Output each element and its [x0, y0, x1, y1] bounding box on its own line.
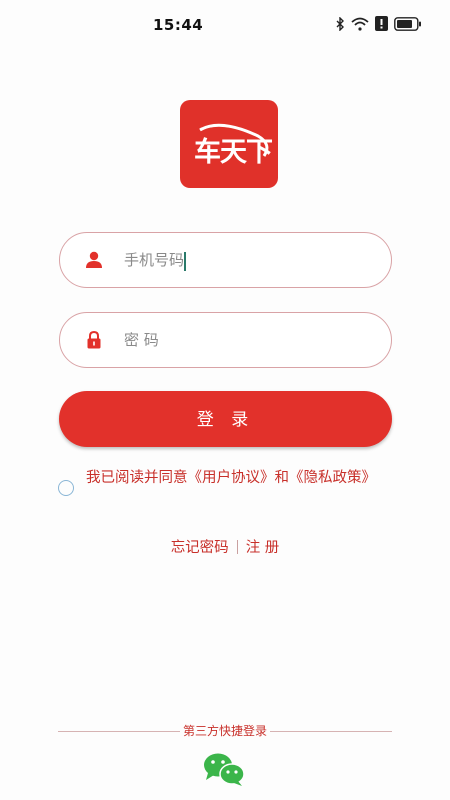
- lock-icon: [87, 331, 101, 349]
- wechat-icon[interactable]: [202, 751, 246, 787]
- login-button[interactable]: 登 录: [59, 391, 392, 447]
- register-link[interactable]: 注 册: [246, 540, 280, 556]
- logo-text: 车天下: [194, 137, 273, 168]
- password-field[interactable]: [59, 312, 392, 368]
- password-input[interactable]: [124, 323, 374, 357]
- bluetooth-icon: [336, 16, 344, 31]
- app-logo: 车天下: [180, 100, 278, 188]
- alert-icon: [375, 16, 388, 31]
- user-icon: [86, 251, 102, 268]
- phone-input[interactable]: [124, 243, 374, 277]
- account-links: 忘记密码 注 册: [0, 536, 450, 557]
- forgot-password-link[interactable]: 忘记密码: [171, 540, 229, 556]
- phone-field[interactable]: [59, 232, 392, 288]
- third-party-label: 第三方快捷登录: [179, 724, 270, 738]
- agreement-text[interactable]: 我已阅读并同意《用户协议》和《隐私政策》: [86, 468, 402, 489]
- link-divider: [236, 540, 238, 554]
- status-bar: 15:44: [0, 0, 450, 48]
- third-party-section: 第三方快捷登录: [0, 721, 450, 741]
- status-icons: [336, 16, 422, 31]
- status-time: 15:44: [153, 16, 204, 34]
- wifi-icon: [351, 17, 369, 31]
- agreement-checkbox[interactable]: [58, 480, 74, 496]
- battery-icon: [394, 16, 421, 31]
